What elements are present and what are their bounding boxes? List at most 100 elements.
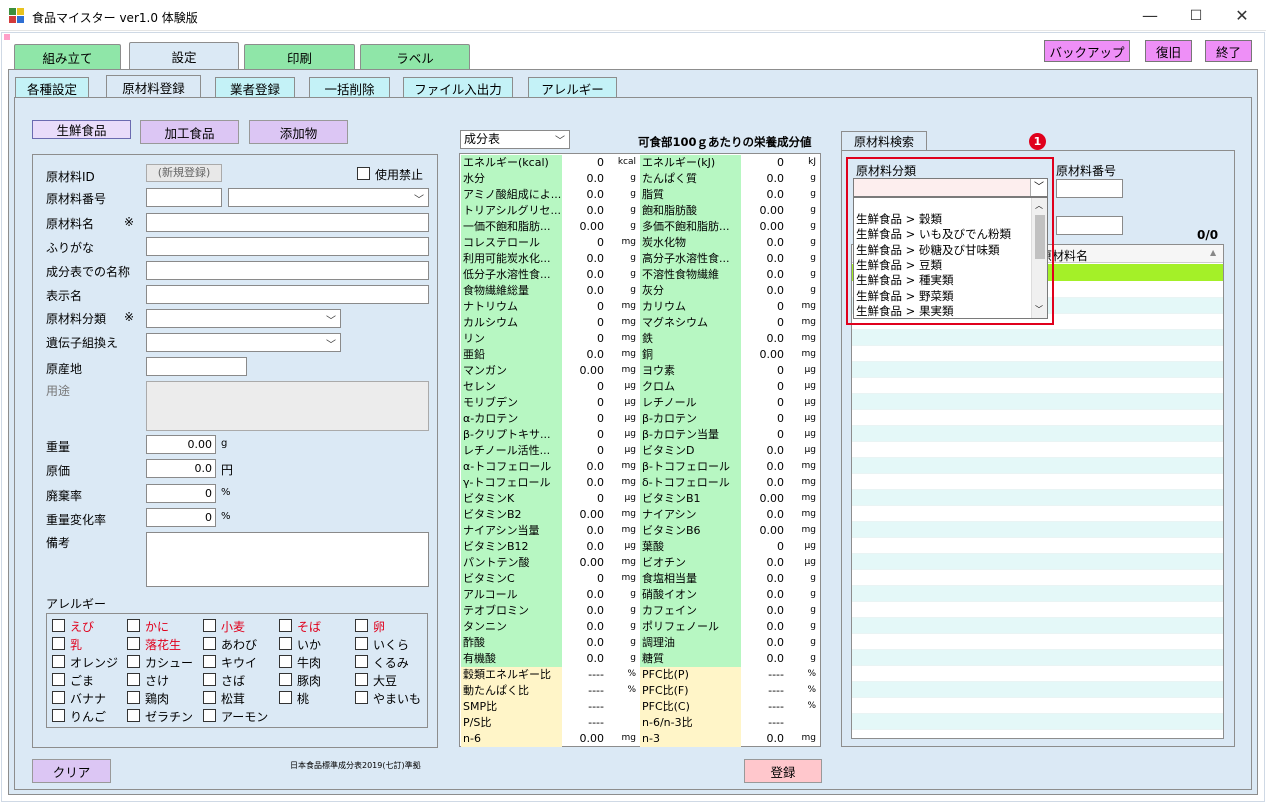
name-input[interactable]	[146, 213, 429, 232]
allergy-checkbox[interactable]	[355, 673, 368, 686]
tab-supplier-registration[interactable]: 業者登録	[215, 77, 295, 99]
clear-button[interactable]: クリア	[32, 759, 111, 783]
grid-row[interactable]	[852, 554, 1223, 570]
allergy-checkbox[interactable]	[279, 691, 292, 704]
tab-allergy[interactable]: アレルギー	[528, 77, 617, 99]
nutrient-value[interactable]: 0.00	[562, 219, 606, 235]
grid-row[interactable]	[852, 602, 1223, 618]
number-select[interactable]: ﹀	[228, 188, 429, 207]
gmo-select[interactable]: ﹀	[146, 333, 341, 352]
allergy-checkbox[interactable]	[203, 709, 216, 722]
close-button[interactable]: ✕	[1219, 0, 1265, 31]
nutrient-value[interactable]: 0	[562, 331, 606, 347]
grid-row[interactable]	[852, 474, 1223, 490]
nutrient-value[interactable]: 0	[742, 539, 786, 555]
nutrient-value[interactable]: 0.00	[562, 363, 606, 379]
allergy-checkbox[interactable]	[127, 619, 140, 632]
restore-button[interactable]: 復旧	[1145, 40, 1192, 62]
tab-assembly[interactable]: 組み立て	[14, 44, 121, 70]
nutrient-value[interactable]: 0	[562, 411, 606, 427]
allergy-checkbox[interactable]	[127, 691, 140, 704]
nutrient-value[interactable]: 0.00	[742, 219, 786, 235]
nutrient-value[interactable]: 0.0	[742, 267, 786, 283]
register-button[interactable]: 登録	[744, 759, 822, 783]
nutrient-value[interactable]: 0.0	[562, 267, 606, 283]
grid-row[interactable]	[852, 634, 1223, 650]
allergy-checkbox[interactable]	[127, 637, 140, 650]
origin-input[interactable]	[146, 357, 247, 376]
nutrient-value[interactable]: 0.0	[562, 171, 606, 187]
allergy-checkbox[interactable]	[52, 709, 65, 722]
nutrient-value[interactable]: 0	[742, 411, 786, 427]
grid-row[interactable]	[852, 362, 1223, 378]
nutrient-value[interactable]: ----	[562, 715, 606, 731]
allergy-checkbox[interactable]	[52, 637, 65, 650]
grid-row[interactable]	[852, 522, 1223, 538]
nutrient-value[interactable]: 0.0	[562, 283, 606, 299]
nutrient-value[interactable]: ----	[742, 699, 786, 715]
nutrient-value[interactable]: 0.0	[562, 619, 606, 635]
grid-row[interactable]	[852, 666, 1223, 682]
allergy-checkbox[interactable]	[203, 673, 216, 686]
tab-ingredient-search[interactable]: 原材料検索	[841, 131, 927, 151]
allergy-checkbox[interactable]	[203, 691, 216, 704]
nutrient-value[interactable]: 0.0	[562, 347, 606, 363]
allergy-checkbox[interactable]	[52, 691, 65, 704]
nutrient-value[interactable]: 0.0	[562, 603, 606, 619]
nutrient-value[interactable]: 0	[742, 155, 786, 171]
grid-row[interactable]	[852, 442, 1223, 458]
grid-row[interactable]	[852, 346, 1223, 362]
notes-textarea[interactable]	[146, 532, 429, 587]
nutrient-value[interactable]: 0.0	[742, 187, 786, 203]
allergy-checkbox[interactable]	[279, 619, 292, 632]
grid-row[interactable]	[852, 490, 1223, 506]
category-select[interactable]: ﹀	[146, 309, 341, 328]
nutrient-value[interactable]: ----	[562, 683, 606, 699]
nutrient-value[interactable]: 0.0	[742, 555, 786, 571]
nutrient-value[interactable]: 0	[562, 299, 606, 315]
allergy-checkbox[interactable]	[127, 709, 140, 722]
nutrient-value[interactable]: 0	[562, 571, 606, 587]
weight-change-input[interactable]: 0	[146, 508, 216, 527]
nutrient-value[interactable]: ----	[742, 715, 786, 731]
number-input[interactable]	[146, 188, 222, 207]
nutrient-value[interactable]: 0	[562, 315, 606, 331]
waste-input[interactable]: 0	[146, 484, 216, 503]
grid-row[interactable]	[852, 426, 1223, 442]
nutrient-value[interactable]: 0	[562, 379, 606, 395]
nutrient-value[interactable]: 0.0	[742, 283, 786, 299]
nutrient-value[interactable]: 0.0	[562, 523, 606, 539]
grid-row[interactable]	[852, 330, 1223, 346]
maximize-button[interactable]: ☐	[1173, 0, 1219, 31]
nutrient-value[interactable]: 0	[562, 155, 606, 171]
grid-row[interactable]	[852, 538, 1223, 554]
nutrient-value[interactable]: 0	[742, 379, 786, 395]
nutrient-value[interactable]: 0.0	[742, 635, 786, 651]
nutrient-value[interactable]: 0	[742, 363, 786, 379]
grid-row[interactable]	[852, 682, 1223, 698]
usage-textarea[interactable]	[146, 381, 429, 431]
grid-row[interactable]	[852, 378, 1223, 394]
nutrient-value[interactable]: 0	[742, 299, 786, 315]
nutrient-value[interactable]: ----	[742, 683, 786, 699]
nutrient-value[interactable]: 0.0	[562, 539, 606, 555]
tab-general-settings[interactable]: 各種設定	[15, 77, 89, 99]
grid-row[interactable]	[852, 506, 1223, 522]
minimize-button[interactable]: —	[1127, 0, 1173, 31]
nutrient-value[interactable]: 0.0	[742, 443, 786, 459]
nutrient-value[interactable]: 0.0	[742, 571, 786, 587]
backup-button[interactable]: バックアップ	[1044, 40, 1130, 62]
nutrient-value[interactable]: 0.0	[742, 235, 786, 251]
price-input[interactable]: 0.0	[146, 459, 216, 478]
tab-ingredient-registration[interactable]: 原材料登録	[106, 75, 201, 99]
search-name-input[interactable]	[1056, 216, 1123, 235]
nutrient-value[interactable]: ----	[562, 667, 606, 683]
allergy-checkbox[interactable]	[127, 655, 140, 668]
allergy-checkbox[interactable]	[52, 655, 65, 668]
allergy-checkbox[interactable]	[355, 691, 368, 704]
allergy-checkbox[interactable]	[203, 655, 216, 668]
nutrient-value[interactable]: 0.0	[742, 603, 786, 619]
display-name-input[interactable]	[146, 285, 429, 304]
nutrient-value[interactable]: 0.0	[562, 651, 606, 667]
additive-button[interactable]: 添加物	[249, 120, 348, 144]
